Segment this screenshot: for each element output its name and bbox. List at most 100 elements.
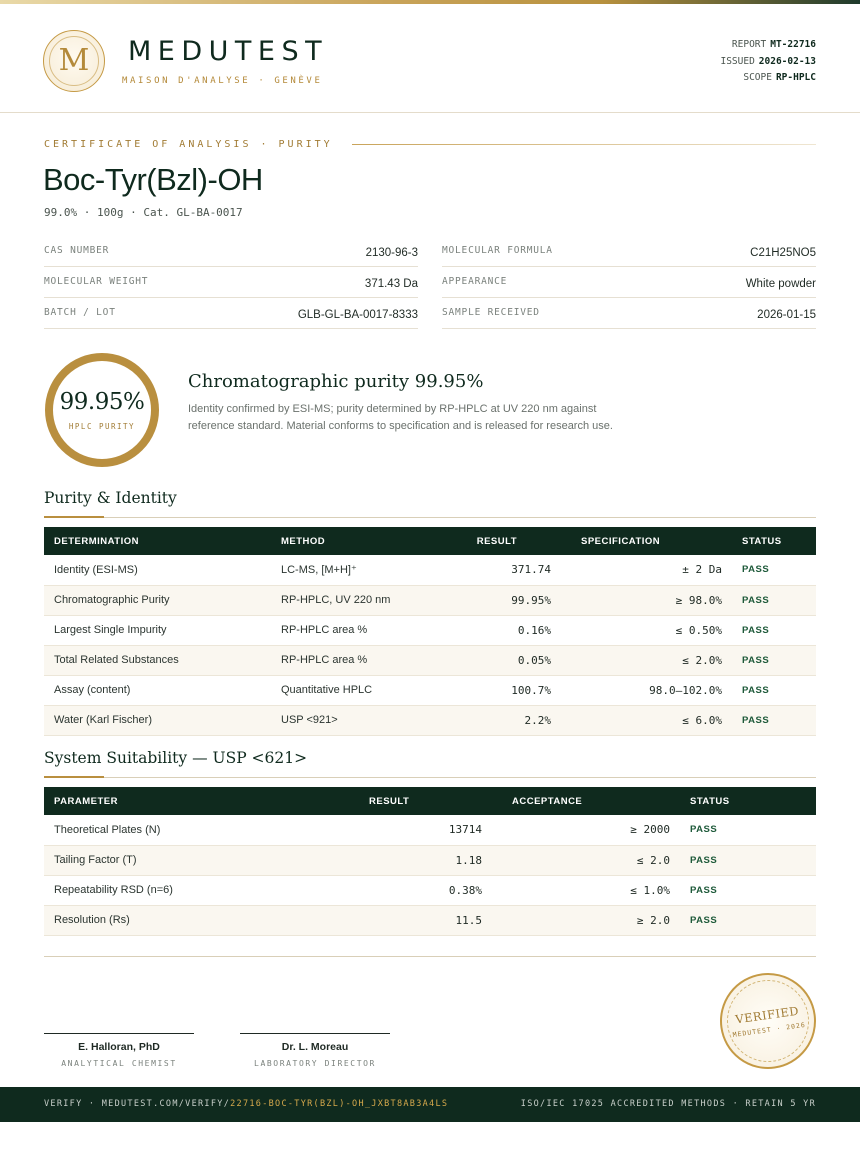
fact-label: APPEARANCE — [442, 276, 508, 287]
meta-label: ISSUED — [720, 55, 755, 67]
cell-method: RP-HPLC area % — [271, 615, 441, 646]
cell-determination: Largest Single Impurity — [44, 615, 271, 646]
signature-line — [44, 1033, 194, 1034]
cell-result: 0.38% — [299, 875, 492, 906]
status-badge: PASS — [732, 585, 816, 616]
table-header-row: DETERMINATION METHOD RESULT SPECIFICATIO… — [44, 527, 816, 555]
meta-report: REPORT MT-22716 — [720, 37, 816, 54]
accreditation-note: ISO/IEC 17025 ACCREDITED METHODS · RETAI… — [520, 1099, 816, 1109]
signature-name: E. Halloran, PhD — [78, 1041, 160, 1053]
brand-tagline: MAISON D'ANALYSE · GENÈVE — [122, 76, 323, 86]
fact-label: MOLECULAR FORMULA — [442, 245, 553, 256]
cell-result: 99.95% — [441, 585, 561, 616]
status-badge: PASS — [732, 615, 816, 646]
product-name: Boc-Tyr(Bzl)-OH — [43, 162, 263, 197]
product-subline: 99.0% · 100g · Cat. GL-BA-0017 — [44, 206, 243, 219]
column-header: STATUS — [680, 787, 816, 815]
cell-specification: ≤ 0.50% — [561, 615, 732, 646]
purity-ring-value: 99.95% — [59, 389, 145, 415]
signature-divider — [44, 956, 816, 957]
cell-method: LC-MS, [M+H]⁺ — [271, 555, 441, 586]
column-header: SPECIFICATION — [561, 527, 732, 555]
cell-determination: Chromatographic Purity — [44, 585, 271, 616]
meta-value: RP-HPLC — [775, 72, 816, 83]
cell-method: RP-HPLC, UV 220 nm — [271, 585, 441, 616]
section-title-purity: Purity & Identity — [44, 489, 177, 507]
signature-name: Dr. L. Moreau — [281, 1041, 349, 1053]
meta-issued: ISSUED 2026-02-13 — [720, 54, 816, 71]
fact-label: MOLECULAR WEIGHT — [44, 276, 149, 287]
column-header: METHOD — [271, 527, 441, 555]
status-badge: PASS — [732, 705, 816, 736]
seal-text: VERIFIED — [734, 1003, 800, 1027]
cell-method: RP-HPLC area % — [271, 645, 441, 676]
fact-appearance: APPEARANCE White powder — [442, 267, 816, 298]
column-header: DETERMINATION — [44, 527, 271, 555]
cell-specification: ± 2 Da — [561, 555, 732, 586]
table-row: Chromatographic Purity RP-HPLC, UV 220 n… — [44, 585, 816, 616]
eyebrow-rule — [352, 144, 816, 145]
fact-sample-received: SAMPLE RECEIVED 2026-01-15 — [442, 298, 816, 329]
purity-description: Identity confirmed by ESI-MS; purity det… — [188, 403, 613, 432]
status-badge: PASS — [680, 905, 816, 936]
fact-molecular-formula: MOLECULAR FORMULA C21H25NO5 — [442, 236, 816, 267]
meta-value: MT-22716 — [770, 39, 816, 50]
system-suitability-table: PARAMETER RESULT ACCEPTANCE STATUS Theor… — [44, 787, 816, 936]
cell-result: 100.7% — [441, 675, 561, 706]
cell-specification: ≤ 2.0% — [561, 645, 732, 676]
fact-label: CAS NUMBER — [44, 245, 110, 256]
cell-parameter: Theoretical Plates (N) — [44, 815, 299, 846]
verify-link[interactable]: VERIFY · MEDUTEST.COM/VERIFY/22716-BOC-T… — [44, 1099, 448, 1109]
cell-acceptance: ≥ 2.0 — [492, 905, 680, 936]
cell-parameter: Resolution (Rs) — [44, 905, 299, 936]
status-badge: PASS — [680, 845, 816, 876]
brand-name: MEDUTEST — [128, 36, 329, 67]
signature-role: ANALYTICAL CHEMIST — [61, 1059, 177, 1068]
cell-result: 13714 — [299, 815, 492, 846]
column-header: RESULT — [441, 527, 561, 555]
cell-result: 371.74 — [441, 555, 561, 586]
fact-value: GLB-GL-BA-0017-8333 — [297, 309, 418, 321]
fact-molecular-weight: MOLECULAR WEIGHT 371.43 Da — [44, 267, 418, 298]
table-header-row: PARAMETER RESULT ACCEPTANCE STATUS — [44, 787, 816, 815]
cell-result: 0.05% — [441, 645, 561, 676]
meta-scope: SCOPE RP-HPLC — [720, 70, 816, 87]
cell-acceptance: ≤ 1.0% — [492, 875, 680, 906]
cell-acceptance: ≤ 2.0 — [492, 845, 680, 876]
section-rule — [44, 517, 816, 518]
cell-result: 2.2% — [441, 705, 561, 736]
cell-method: USP <921> — [271, 705, 441, 736]
certificate-eyebrow: CERTIFICATE OF ANALYSIS · PURITY — [44, 139, 333, 150]
purity-identity-table: DETERMINATION METHOD RESULT SPECIFICATIO… — [44, 527, 816, 736]
table-row: Resolution (Rs) 11.5 ≥ 2.0 PASS — [44, 905, 816, 936]
cell-specification: ≥ 98.0% — [561, 585, 732, 616]
fact-value: 371.43 Da — [364, 278, 418, 290]
verify-prefix: VERIFY · MEDUTEST.COM/VERIFY/ — [44, 1099, 231, 1109]
fact-cas-number: CAS NUMBER 2130-96-3 — [44, 236, 418, 267]
table-row: Theoretical Plates (N) 13714 ≥ 2000 PASS — [44, 815, 816, 846]
cell-determination: Total Related Substances — [44, 645, 271, 676]
purity-ring-label: HPLC PURITY — [68, 422, 136, 431]
signature-line — [240, 1033, 390, 1034]
fact-value: 2130-96-3 — [365, 247, 418, 259]
fact-value: 2026-01-15 — [757, 309, 816, 321]
status-badge: PASS — [732, 645, 816, 676]
logo-letter: M — [58, 43, 90, 78]
meta-label: SCOPE — [743, 72, 772, 83]
column-header: RESULT — [299, 787, 492, 815]
section-title-suitability: System Suitability — USP <621> — [44, 749, 308, 767]
verify-code: 22716-BOC-TYR(BZL)-OH_JXBT8AB3A4LS — [230, 1099, 449, 1109]
status-badge: PASS — [680, 875, 816, 906]
section-accent — [44, 516, 104, 518]
signature-role: LABORATORY DIRECTOR — [254, 1059, 376, 1068]
verified-seal: VERIFIED MEDUTEST · 2026 — [713, 966, 823, 1076]
brand-logo: M — [43, 30, 105, 92]
header: M MEDUTEST MAISON D'ANALYSE · GENÈVE REP… — [0, 4, 860, 113]
table-row: Water (Karl Fischer) USP <921> 2.2% ≤ 6.… — [44, 705, 816, 736]
cell-specification: ≤ 6.0% — [561, 705, 732, 736]
table-row: Total Related Substances RP-HPLC area % … — [44, 645, 816, 676]
table-row: Assay (content) Quantitative HPLC 100.7%… — [44, 675, 816, 706]
cell-determination: Water (Karl Fischer) — [44, 705, 271, 736]
cell-parameter: Tailing Factor (T) — [44, 845, 299, 876]
report-meta: REPORT MT-22716 ISSUED 2026-02-13 SCOPE RP-… — [720, 37, 816, 87]
